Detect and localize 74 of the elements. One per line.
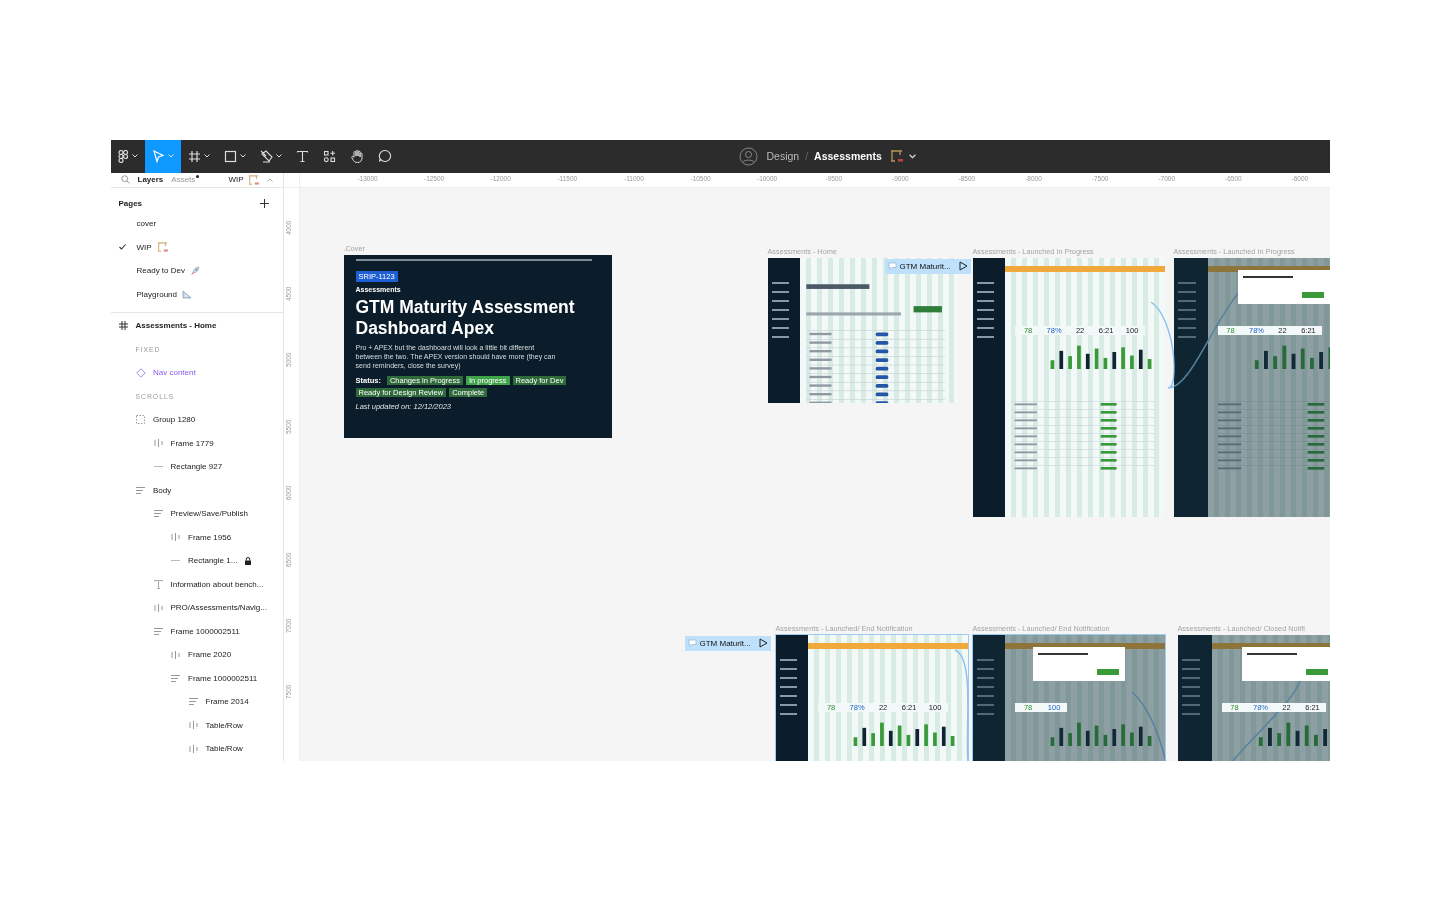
text-icon xyxy=(153,579,163,589)
rows-icon xyxy=(136,486,145,494)
line-icon xyxy=(171,559,180,563)
layer-item[interactable]: Table/Row xyxy=(110,713,283,737)
page-item[interactable]: WIP xyxy=(110,235,283,259)
rectangle-icon xyxy=(223,149,237,163)
layer-item[interactable]: Rectangle 927 xyxy=(110,455,283,479)
component-icon xyxy=(136,367,146,378)
page-item[interactable]: cover xyxy=(110,212,283,236)
breadcrumb-separator: / xyxy=(805,150,809,162)
layer-item[interactable]: Group 1280 xyxy=(110,408,283,432)
chevron-down-icon xyxy=(275,154,282,158)
speech-bubble-icon xyxy=(687,639,697,647)
cover-title: GTM Maturity Assessment Dashboard Apex xyxy=(355,296,576,341)
cursor-icon xyxy=(151,149,165,163)
layer-item[interactable]: Nav content xyxy=(110,361,283,385)
flow-starting-point[interactable]: GTM Maturit... xyxy=(684,635,771,651)
layer-item[interactable]: Preview/Save/Publish xyxy=(110,502,283,526)
columns-icon xyxy=(171,650,180,659)
layer-item[interactable]: Frame 1956 xyxy=(110,525,283,549)
columns-icon xyxy=(188,721,198,730)
chevron-down-icon xyxy=(131,154,138,158)
layer-item[interactable]: Frame 1779 xyxy=(110,431,283,455)
pages-heading: Pages xyxy=(118,198,143,208)
chevron-down-icon xyxy=(167,154,174,158)
lock-icon[interactable] xyxy=(245,556,252,565)
crane-icon xyxy=(247,174,259,185)
panel-tab[interactable]: Layers xyxy=(137,175,164,185)
frame-icon xyxy=(118,321,128,331)
columns-icon xyxy=(171,533,180,542)
resources-icon xyxy=(322,149,336,163)
comment-icon xyxy=(377,149,392,163)
play-icon[interactable] xyxy=(758,638,768,648)
text-tool-icon xyxy=(295,149,309,163)
layer-item[interactable]: Frame 1000002511 xyxy=(110,619,283,643)
crane-icon xyxy=(889,150,903,162)
layer-item[interactable]: PRO/Assessments/Navig... xyxy=(110,596,283,620)
rows-icon xyxy=(153,627,163,635)
rows-icon xyxy=(153,510,163,518)
add-icon[interactable] xyxy=(259,198,269,208)
speech-bubble-icon xyxy=(887,262,897,270)
columns-icon xyxy=(153,603,163,612)
layer-item[interactable]: Frame 2020 xyxy=(110,643,283,667)
columns-icon xyxy=(188,744,198,753)
layer-item[interactable]: Assessments - Home xyxy=(110,314,283,338)
rows-icon xyxy=(171,674,180,682)
play-icon[interactable] xyxy=(958,261,968,271)
team-name[interactable]: Design xyxy=(766,150,800,162)
avatar-icon xyxy=(738,146,758,166)
crane-icon xyxy=(156,242,168,253)
hand-icon xyxy=(349,149,364,163)
rows-icon xyxy=(188,698,198,706)
layer-item[interactable]: Frame 1000002511 xyxy=(110,666,283,690)
file-name[interactable]: Assessments xyxy=(814,150,882,162)
chevron-down-icon xyxy=(239,154,246,158)
frame-icon xyxy=(187,149,201,163)
group-icon xyxy=(136,415,145,425)
layer-item[interactable]: Rectangle 1... xyxy=(110,549,283,573)
page-item[interactable]: Ready to Dev xyxy=(110,259,283,283)
rocket-icon xyxy=(189,265,200,276)
pen-icon xyxy=(259,149,273,163)
chevron-down-icon xyxy=(203,154,210,158)
layer-item[interactable]: Frame 2014 xyxy=(110,690,283,714)
page-switcher[interactable]: WIP xyxy=(228,175,244,185)
layer-item[interactable]: Table/Row xyxy=(110,737,283,761)
layer-item[interactable]: Information about bench... xyxy=(110,572,283,596)
prototype-connector xyxy=(1130,690,1167,761)
move-tool[interactable] xyxy=(144,139,181,173)
chevron-down-icon[interactable] xyxy=(908,153,916,159)
layer-item[interactable]: Body xyxy=(110,478,283,502)
logo-icon xyxy=(117,149,129,163)
line-icon xyxy=(153,465,163,469)
page-item[interactable]: Playground xyxy=(110,282,283,306)
columns-icon xyxy=(153,439,163,448)
